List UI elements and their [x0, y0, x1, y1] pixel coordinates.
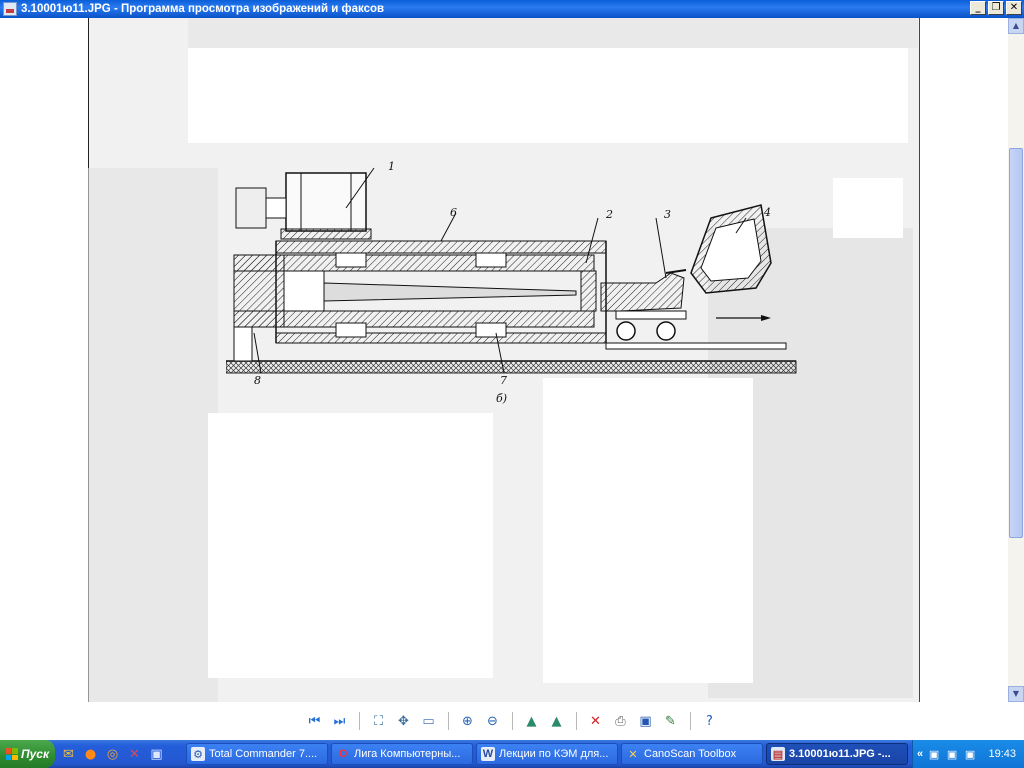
start-button[interactable]: Пуск [0, 740, 55, 768]
blank-region [188, 48, 908, 143]
next-image-icon[interactable]: ⏭ [330, 711, 350, 731]
zoom-out-icon[interactable]: ⊖ [483, 711, 503, 731]
task-word[interactable]: W Лекции по КЭМ для... [476, 743, 618, 765]
blank-region [833, 178, 903, 238]
scan-noise [188, 18, 918, 48]
callout-label: 4 [764, 206, 771, 219]
close-button[interactable]: ✕ [1006, 1, 1022, 15]
word-icon: W [481, 747, 495, 761]
help-icon[interactable]: ? [700, 711, 720, 731]
save-icon[interactable]: ▣ [636, 711, 656, 731]
system-tray: « ▣ ▣ ▣ 19:43 [912, 740, 1024, 768]
total-commander-icon: ⚙ [191, 747, 205, 761]
delete-icon[interactable]: ✕ [586, 711, 606, 731]
print-icon[interactable]: ⎙ [611, 711, 631, 731]
opera-icon: O [338, 748, 348, 760]
callout-label: 2 [606, 208, 613, 221]
rotate-counterclockwise-icon[interactable]: ▲ [547, 711, 567, 731]
callout-label: 6 [450, 206, 457, 219]
task-total-commander[interactable]: ⚙ Total Commander 7.... [186, 743, 328, 765]
toolbar-separator [447, 712, 449, 730]
window-title: 3.10001ю11.JPG - Программа просмотра изо… [21, 3, 385, 15]
quick-launch: ✉ ● ◎ ✕ ▣ [60, 746, 165, 763]
toolbar-separator [358, 712, 360, 730]
callout-label: 7 [500, 374, 507, 387]
image-viewer-icon: ▤ [771, 747, 785, 761]
network-icon[interactable]: ▣ [927, 747, 941, 761]
callout-label: 8 [254, 374, 261, 387]
callout-label: б) [496, 392, 508, 405]
app-icon[interactable]: ✕ [126, 746, 143, 763]
scan-noise [88, 168, 218, 702]
window-controls: _ ❐ ✕ [970, 1, 1022, 15]
image-viewer-icon[interactable] [3, 2, 17, 16]
actual-size-icon[interactable]: ✥ [394, 711, 414, 731]
minimize-button[interactable]: _ [970, 1, 986, 15]
canoscan-icon: ✕ [628, 748, 638, 761]
save-disk-icon[interactable]: ▣ [148, 746, 165, 763]
image-viewport[interactable]: 1 6 2 3 4 8 7 б) [0, 18, 1008, 702]
scroll-up-button[interactable]: ▲ [1008, 18, 1024, 34]
callout-label: 1 [388, 160, 395, 173]
task-list: ⚙ Total Commander 7.... O Лига Компьютер… [186, 743, 908, 765]
blank-region [543, 378, 753, 683]
edit-icon[interactable]: ✎ [661, 711, 681, 731]
opera-icon[interactable]: ◎ [104, 746, 121, 763]
task-canoscan[interactable]: ✕ CanoScan Toolbox [621, 743, 763, 765]
callout-label: 3 [664, 208, 671, 221]
firefox-icon[interactable]: ● [82, 746, 99, 763]
outlook-icon[interactable]: ✉ [60, 746, 77, 763]
rotate-clockwise-icon[interactable]: ▲ [522, 711, 542, 731]
zoom-in-icon[interactable]: ⊕ [458, 711, 478, 731]
slideshow-icon[interactable]: ▭ [419, 711, 439, 731]
taskbar: Пуск ✉ ● ◎ ✕ ▣ ⚙ Total Commander 7.... O… [0, 740, 1024, 768]
best-fit-icon[interactable]: ⛶ [369, 711, 389, 731]
clock[interactable]: 19:43 [988, 748, 1016, 760]
tray-expand-button[interactable]: « [917, 748, 923, 760]
furnace-drawing [226, 167, 797, 374]
network-icon[interactable]: ▣ [945, 747, 959, 761]
task-image-viewer[interactable]: ▤ 3.10001ю11.JPG -... [766, 743, 908, 765]
scroll-down-button[interactable]: ▼ [1008, 686, 1024, 702]
blank-region [208, 413, 493, 678]
windows-logo-icon [5, 748, 18, 760]
toolbar-separator [575, 712, 577, 730]
viewer-toolbar: ⏮ ⏭ ⛶ ✥ ▭ ⊕ ⊖ ▲ ▲ ✕ ⎙ ▣ ✎ ? [0, 702, 1024, 740]
toolbar-separator [689, 712, 691, 730]
restore-button[interactable]: ❐ [988, 1, 1004, 15]
vertical-scrollbar[interactable]: ▲ ▼ [1008, 18, 1024, 702]
toolbar-separator [511, 712, 513, 730]
scroll-thumb[interactable] [1009, 148, 1023, 538]
page-right-edge [919, 18, 920, 702]
start-label: Пуск [20, 747, 50, 761]
task-opera[interactable]: O Лига Компьютерны... [331, 743, 473, 765]
scanned-page: 1 6 2 3 4 8 7 б) [88, 18, 920, 702]
previous-image-icon[interactable]: ⏮ [305, 711, 325, 731]
network-icon[interactable]: ▣ [963, 747, 977, 761]
title-bar: 3.10001ю11.JPG - Программа просмотра изо… [0, 0, 1024, 18]
